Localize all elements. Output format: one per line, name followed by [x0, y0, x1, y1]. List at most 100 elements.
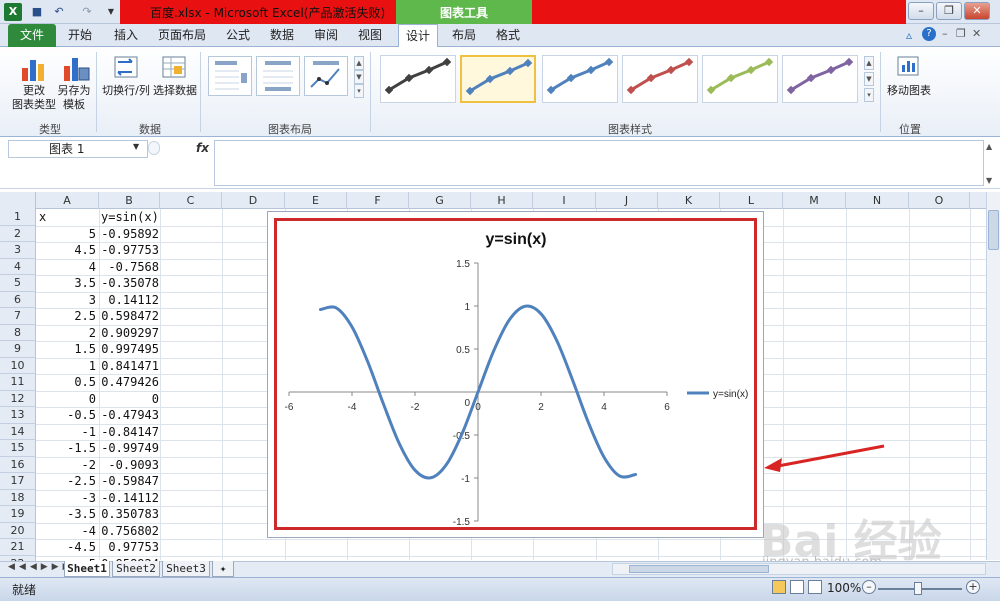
tab-formulas[interactable]: 公式	[218, 24, 258, 47]
cell-a9[interactable]: 1.5	[36, 341, 96, 357]
cell-b6[interactable]: 0.14112	[99, 292, 159, 308]
row-header[interactable]: 10	[0, 357, 36, 374]
tab-page-layout[interactable]: 页面布局	[152, 24, 212, 47]
column-header-g[interactable]: G	[409, 192, 471, 209]
cell-a1[interactable]: x	[39, 209, 46, 225]
name-box[interactable]: 图表 1	[8, 140, 148, 158]
page-break-view-icon[interactable]	[808, 580, 822, 594]
row-header[interactable]: 4	[0, 258, 36, 275]
style-scroll-down[interactable]: ▼	[864, 72, 874, 86]
chart-style-2-selected[interactable]	[460, 55, 536, 103]
zoom-slider-thumb[interactable]	[914, 582, 922, 595]
zoom-out-button[interactable]: –	[862, 580, 876, 594]
formula-input[interactable]	[214, 140, 984, 186]
row-header[interactable]: 8	[0, 324, 36, 341]
cell-a3[interactable]: 4.5	[36, 242, 96, 258]
formula-bar-collapse-icon[interactable]: ▲	[986, 142, 992, 151]
sheet-tab-2[interactable]: Sheet2	[112, 561, 160, 577]
cell-b4[interactable]: -0.7568	[99, 259, 159, 275]
column-header-a[interactable]: A	[36, 192, 99, 209]
row-header[interactable]: 17	[0, 473, 36, 490]
cell-a18[interactable]: -3	[36, 490, 96, 506]
chart-style-4[interactable]	[622, 55, 698, 103]
tab-format[interactable]: 格式	[488, 24, 528, 47]
normal-view-icon[interactable]	[772, 580, 786, 594]
vertical-scrollbar[interactable]	[986, 192, 1000, 560]
chart-style-5[interactable]	[702, 55, 778, 103]
move-chart-button[interactable]	[896, 54, 920, 78]
row-header[interactable]: 13	[0, 407, 36, 424]
cell-a2[interactable]: 5	[36, 226, 96, 242]
formula-bar-expand-icon[interactable]: ▼	[986, 176, 992, 185]
layout-more[interactable]: ▾	[354, 84, 364, 98]
cell-a11[interactable]: 0.5	[36, 374, 96, 390]
name-box-dropdown-icon[interactable]: ▼	[133, 142, 139, 151]
save-as-template-button[interactable]	[62, 54, 90, 82]
cell-a10[interactable]: 1	[36, 358, 96, 374]
cell-b20[interactable]: 0.756802	[99, 523, 159, 539]
cell-b8[interactable]: 0.909297	[99, 325, 159, 341]
insert-function-icon[interactable]: fx	[196, 141, 209, 155]
tab-home[interactable]: 开始	[60, 24, 100, 47]
chart-style-3[interactable]	[542, 55, 618, 103]
tab-layout[interactable]: 布局	[444, 24, 484, 47]
excel-app-icon[interactable]: X	[4, 3, 22, 21]
tab-file[interactable]: 文件	[8, 24, 56, 47]
formula-bar-divider-handle[interactable]	[148, 141, 160, 155]
cell-a12[interactable]: 0	[36, 391, 96, 407]
select-all-corner[interactable]	[0, 192, 36, 209]
cell-a5[interactable]: 3.5	[36, 275, 96, 291]
column-header-d[interactable]: D	[222, 192, 285, 209]
cell-a14[interactable]: -1	[36, 424, 96, 440]
layout-scroll-down[interactable]: ▼	[354, 70, 364, 84]
cell-b2[interactable]: -0.95892	[99, 226, 159, 242]
cell-b9[interactable]: 0.997495	[99, 341, 159, 357]
customize-quick-access-icon[interactable]: ▼	[102, 3, 120, 21]
chart-style-1[interactable]	[380, 55, 456, 103]
row-header[interactable]: 1	[0, 209, 36, 226]
cell-a13[interactable]: -0.5	[36, 407, 96, 423]
minimize-ribbon-icon[interactable]: ▵	[906, 28, 912, 42]
cell-b3[interactable]: -0.97753	[99, 242, 159, 258]
row-header[interactable]: 15	[0, 440, 36, 457]
cell-a4[interactable]: 4	[36, 259, 96, 275]
row-header[interactable]: 19	[0, 506, 36, 523]
column-header-h[interactable]: H	[471, 192, 533, 209]
close-button[interactable]: ✕	[964, 2, 990, 20]
sheet-tab-3[interactable]: Sheet3	[162, 561, 210, 577]
save-icon[interactable]: ■	[28, 3, 46, 21]
column-header-e[interactable]: E	[285, 192, 347, 209]
row-header[interactable]: 7	[0, 308, 36, 325]
cell-b14[interactable]: -0.84147	[99, 424, 159, 440]
cell-b7[interactable]: 0.598472	[99, 308, 159, 324]
layout-scroll-up[interactable]: ▲	[354, 56, 364, 70]
row-header[interactable]: 12	[0, 390, 36, 407]
cell-b1[interactable]: y=sin(x)	[101, 209, 159, 225]
workbook-minimize-icon[interactable]: –	[942, 27, 948, 40]
chart-layout-1[interactable]	[208, 56, 252, 96]
column-header-m[interactable]: M	[783, 192, 846, 209]
cell-a21[interactable]: -4.5	[36, 539, 96, 555]
cell-b17[interactable]: -0.59847	[99, 473, 159, 489]
vertical-scroll-thumb[interactable]	[988, 210, 999, 250]
cell-b13[interactable]: -0.47943	[99, 407, 159, 423]
row-header[interactable]: 11	[0, 374, 36, 391]
chart-layout-2[interactable]	[256, 56, 300, 96]
workbook-restore-icon[interactable]: ❐	[956, 27, 966, 40]
cell-b15[interactable]: -0.99749	[99, 440, 159, 456]
tab-design[interactable]: 设计	[398, 24, 438, 47]
cell-b10[interactable]: 0.841471	[99, 358, 159, 374]
cell-b18[interactable]: -0.14112	[99, 490, 159, 506]
select-data-button[interactable]	[160, 54, 188, 80]
horizontal-scroll-thumb[interactable]	[629, 565, 769, 573]
cell-b11[interactable]: 0.479426	[99, 374, 159, 390]
cell-a20[interactable]: -4	[36, 523, 96, 539]
column-header-c[interactable]: C	[160, 192, 222, 209]
cell-a16[interactable]: -2	[36, 457, 96, 473]
cell-b12[interactable]: 0	[99, 391, 159, 407]
tab-insert[interactable]: 插入	[106, 24, 146, 47]
row-header[interactable]: 14	[0, 423, 36, 440]
cell-a15[interactable]: -1.5	[36, 440, 96, 456]
column-header-b[interactable]: B	[99, 192, 160, 209]
insert-sheet-icon[interactable]: ✦	[212, 561, 234, 577]
